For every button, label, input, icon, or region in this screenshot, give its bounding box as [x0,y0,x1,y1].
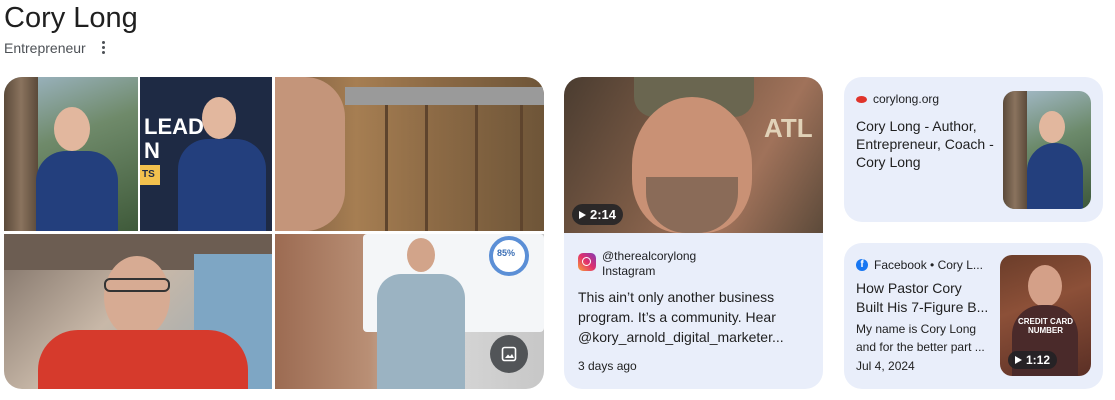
image-icon[interactable] [490,335,528,373]
entity-type-label: Entrepreneur [4,39,86,56]
result-date: Jul 4, 2024 [856,359,915,373]
page-title: Cory Long [4,2,138,34]
thumbnail-caption: CREDIT CARD NUMBER [1017,317,1074,335]
result-source[interactable]: @therealcorylong Instagram [578,249,696,279]
collage-overlay-text-small: TS [142,169,155,180]
video-duration: 1:12 [1026,353,1051,367]
result-title[interactable]: How Pastor Cory Built His 7-Figure B... [856,279,992,317]
video-duration-badge: 1:12 [1008,351,1058,369]
result-title[interactable]: Cory Long - Author, Entrepreneur, Coach … [856,117,996,171]
video-duration: 2:14 [590,207,617,222]
result-snippet: My name is Cory Long and for the better … [856,322,985,354]
result-source[interactable]: corylong.org [856,92,939,106]
source-platform: Instagram [602,264,656,278]
result-source[interactable]: f Facebook • Cory L... [856,258,983,272]
video-thumbnail[interactable]: CREDIT CARD NUMBER 1:12 [1000,255,1091,376]
play-icon [579,210,586,219]
photo-tile-lead[interactable]: LEAD N TS [140,77,272,231]
facebook-icon: f [856,259,868,271]
image-collage[interactable]: LEAD N TS 85% [4,77,544,389]
video-duration-badge: 2:14 [572,204,624,225]
play-icon [1015,356,1022,364]
photo-tile-door[interactable] [275,77,544,231]
website-result-card[interactable]: corylong.org Cory Long - Author, Entrepr… [844,77,1103,222]
stat-badge: 85% [497,248,516,258]
instagram-result-card[interactable]: ATL 2:14 @therealcorylong Instagram This… [564,77,823,389]
collage-overlay-text: N [144,138,160,163]
source-name: Facebook • Cory L... [874,258,983,272]
photo-tile-tree[interactable] [4,77,138,231]
instagram-icon [578,253,596,271]
entity-subtitle: Entrepreneur [4,39,107,56]
source-handle: @therealcorylong [602,249,697,263]
result-snippet: This ain’t only another business program… [578,289,784,345]
result-thumbnail[interactable] [1003,91,1091,209]
vertical-dots-icon[interactable] [100,39,107,56]
thumbnail-sign-text: ATL [764,113,813,143]
result-date: 3 days ago [578,359,637,373]
source-domain: corylong.org [873,92,940,106]
facebook-result-card[interactable]: f Facebook • Cory L... How Pastor Cory B… [844,243,1103,389]
photo-tile-presentation[interactable]: 85% [275,234,544,389]
photo-tile-car[interactable] [4,234,272,389]
corylong-favicon-icon [856,95,867,103]
video-thumbnail[interactable]: ATL 2:14 [564,77,823,233]
collage-overlay-text: LEAD [144,114,204,139]
